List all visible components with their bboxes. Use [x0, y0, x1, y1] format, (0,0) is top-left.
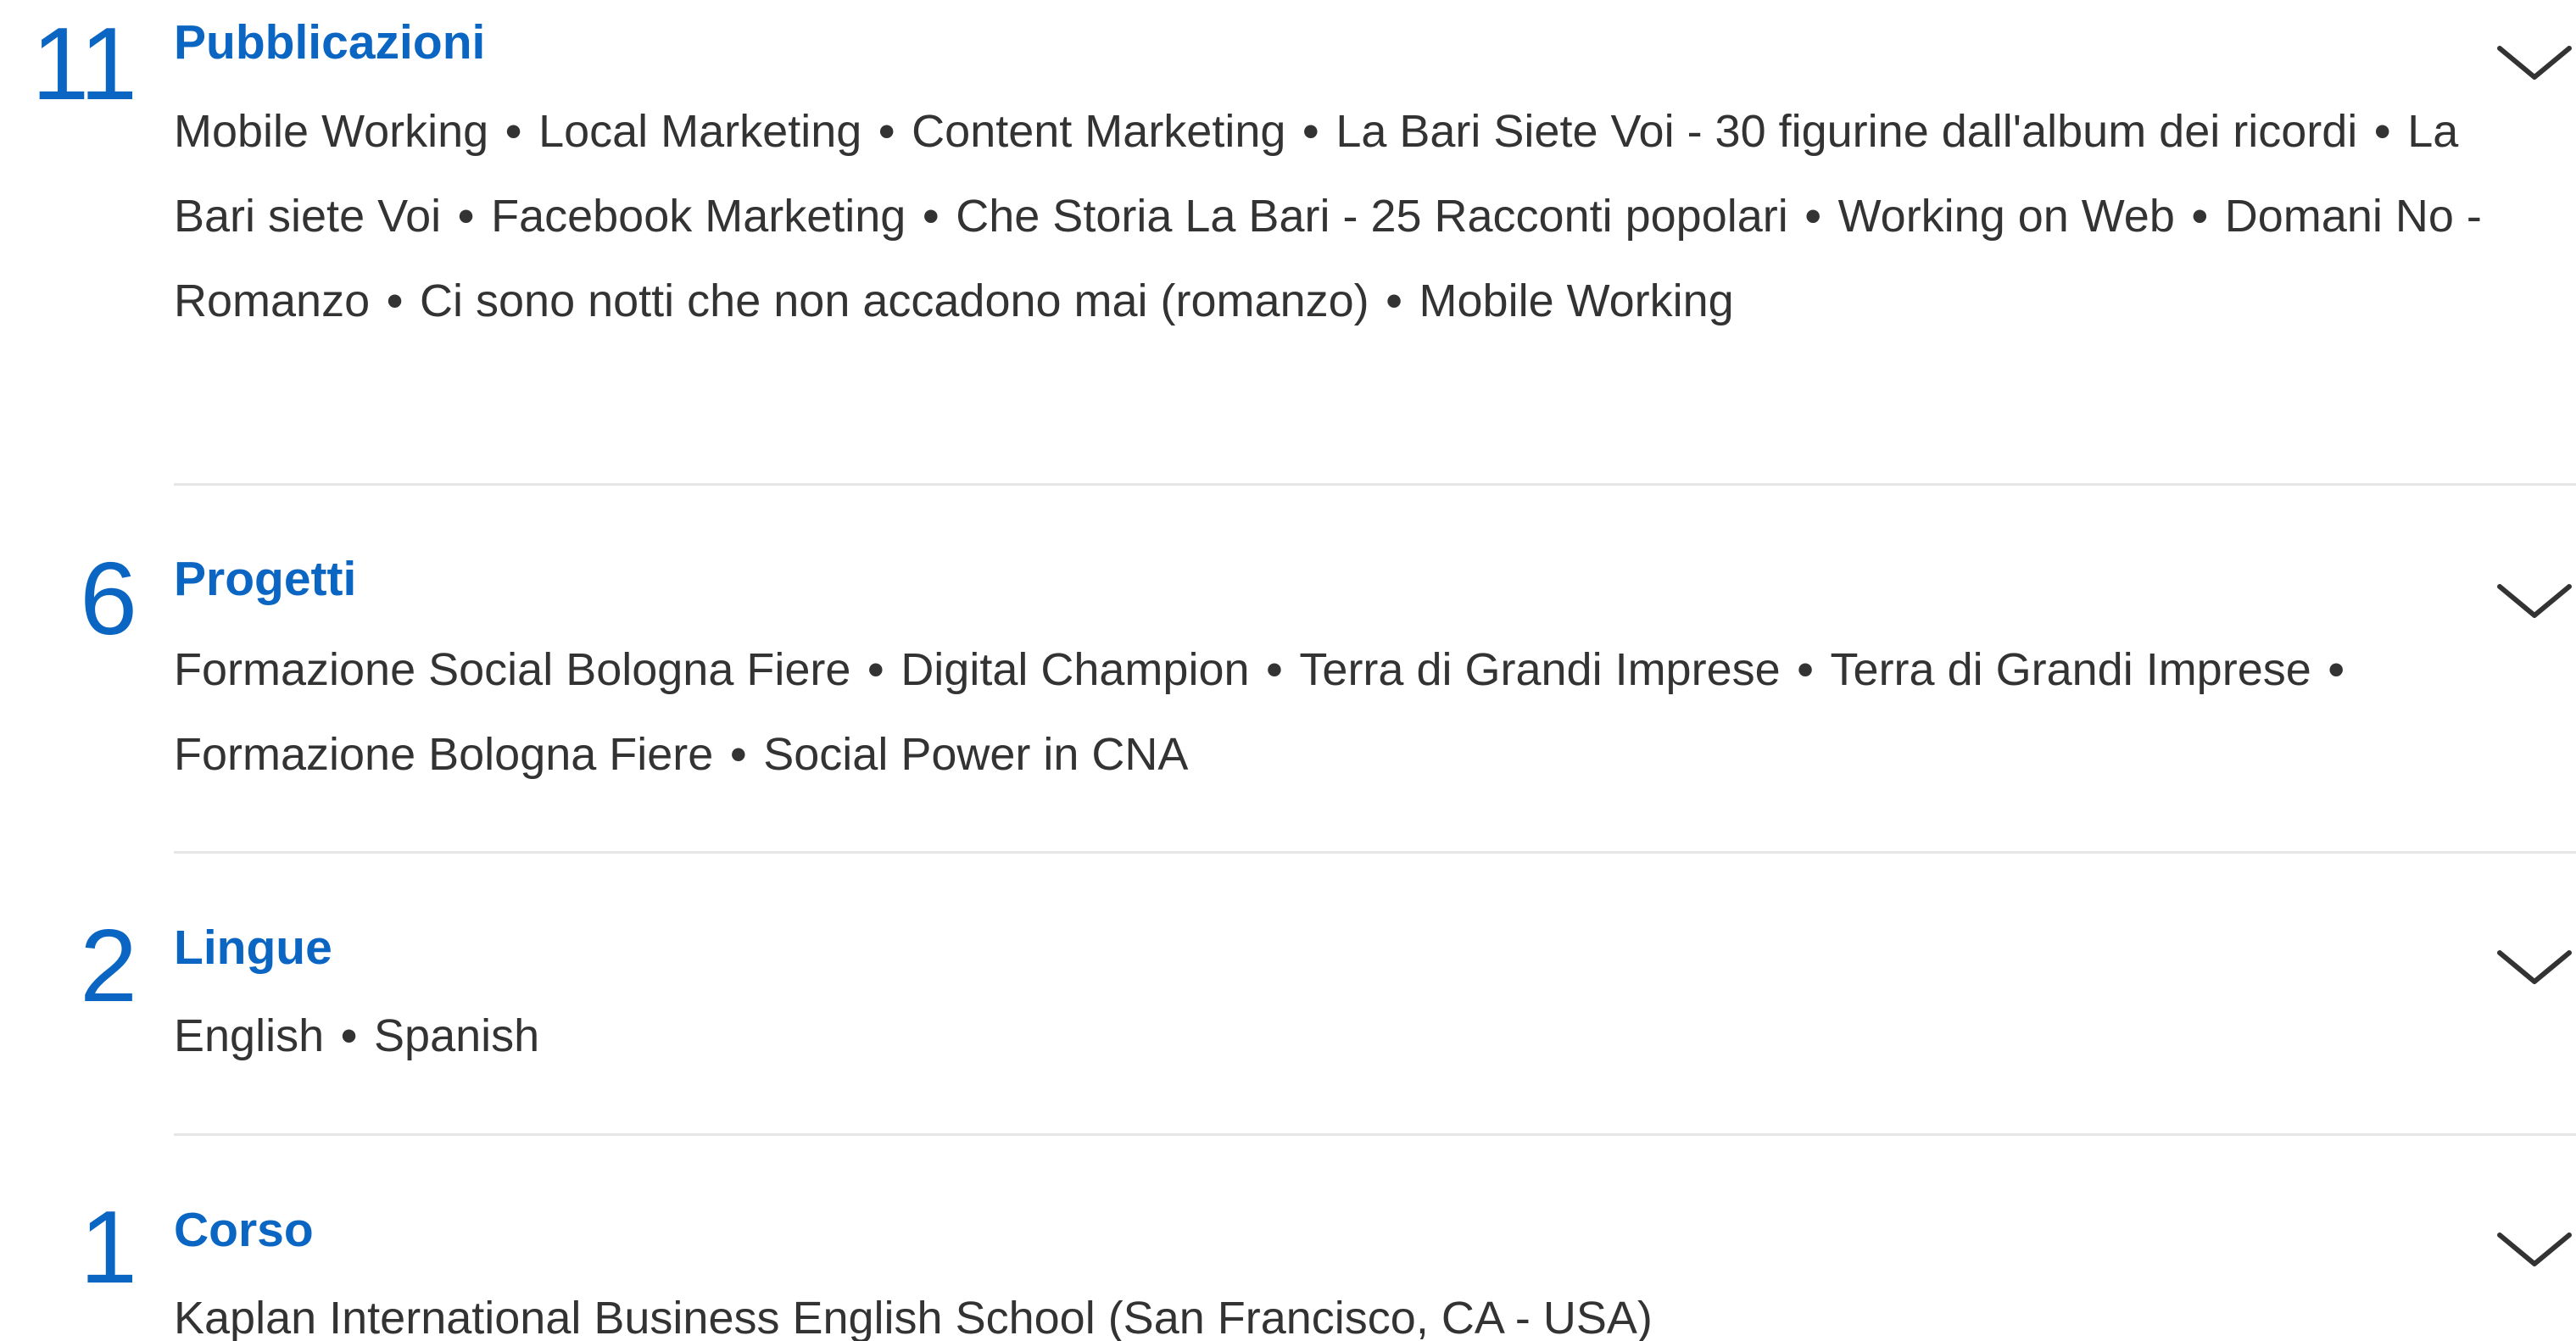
- section-title-projects[interactable]: Progetti: [174, 555, 356, 604]
- item-list: Mobile Working • Local Marketing • Content M…: [174, 89, 2497, 343]
- item-list: Kaplan International Business English Sc…: [174, 1276, 2497, 1341]
- section-count: 11: [31, 6, 137, 121]
- bullet-separator: •: [878, 106, 895, 157]
- section-divider: [174, 483, 2576, 486]
- list-item[interactable]: Mobile Working: [174, 106, 488, 157]
- item-list: English • Spanish: [174, 993, 2497, 1078]
- list-item[interactable]: Social Power in CNA: [763, 729, 1188, 780]
- section-count: 6: [80, 541, 137, 656]
- list-item[interactable]: La Bari Siete Voi - 30 figurine dall'alb…: [1335, 106, 2357, 157]
- item-list: Formazione Social Bologna Fiere • Digital …: [174, 627, 2497, 797]
- section-title-publications[interactable]: Pubblicazioni: [174, 19, 485, 67]
- chevron-down-icon[interactable]: [2493, 576, 2576, 627]
- list-item[interactable]: Kaplan International Business English Sc…: [174, 1293, 1653, 1341]
- section-title-languages[interactable]: Lingue: [174, 924, 332, 972]
- list-item[interactable]: Spanish: [374, 1010, 539, 1061]
- bullet-separator: •: [867, 644, 884, 695]
- list-item[interactable]: Formazione Social Bologna Fiere: [174, 644, 850, 695]
- list-item[interactable]: Local Marketing: [538, 106, 861, 157]
- list-item[interactable]: Che Storia La Bari - 25 Racconti popolar…: [956, 191, 1788, 242]
- bullet-separator: •: [2374, 106, 2391, 157]
- section-count: 1: [80, 1189, 137, 1305]
- list-item[interactable]: Mobile Working: [1419, 275, 1734, 326]
- list-item[interactable]: Working on Web: [1838, 191, 2175, 242]
- chevron-down-icon[interactable]: [2493, 943, 2576, 993]
- bullet-separator: •: [1797, 644, 1814, 695]
- list-item[interactable]: Digital Champion: [900, 644, 1249, 695]
- section-title-courses[interactable]: Corso: [174, 1206, 314, 1255]
- section-count: 2: [80, 908, 137, 1023]
- list-item[interactable]: Formazione Bologna Fiere: [174, 729, 713, 780]
- chevron-down-icon[interactable]: [2493, 38, 2576, 89]
- bullet-separator: •: [730, 729, 747, 780]
- bullet-separator: •: [1302, 106, 1319, 157]
- accomplishments-panel: 11 Pubblicazioni Mobile Working • Local Ma…: [0, 0, 2576, 1341]
- chevron-down-icon[interactable]: [2493, 1225, 2576, 1276]
- list-item[interactable]: Content Marketing: [912, 106, 1285, 157]
- bullet-separator: •: [341, 1010, 358, 1061]
- bullet-separator: •: [1266, 644, 1283, 695]
- section-divider: [174, 851, 2576, 854]
- bullet-separator: •: [2191, 191, 2208, 242]
- bullet-separator: •: [387, 275, 404, 326]
- bullet-separator: •: [505, 106, 522, 157]
- list-item[interactable]: Ci sono notti che non accadono mai (roma…: [420, 275, 1369, 326]
- bullet-separator: •: [1804, 191, 1821, 242]
- bullet-separator: •: [2328, 644, 2345, 695]
- list-item[interactable]: Terra di Grandi Imprese: [1831, 644, 2311, 695]
- bullet-separator: •: [923, 191, 940, 242]
- bullet-separator: •: [458, 191, 475, 242]
- list-item[interactable]: Facebook Marketing: [491, 191, 906, 242]
- list-item[interactable]: English: [174, 1010, 324, 1061]
- list-item[interactable]: Terra di Grandi Imprese: [1299, 644, 1780, 695]
- bullet-separator: •: [1386, 275, 1402, 326]
- section-divider: [174, 1133, 2576, 1136]
